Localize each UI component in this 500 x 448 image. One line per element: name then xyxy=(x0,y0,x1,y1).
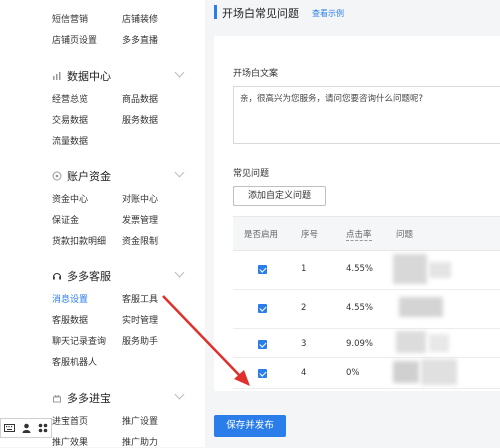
sidebar-item-sms-marketing[interactable]: 短信营销 xyxy=(52,12,88,25)
question-blurred xyxy=(393,361,419,383)
header-question: 问题 xyxy=(396,230,414,240)
section-title: 账户资金 xyxy=(67,170,111,183)
sidebar-item-invoice[interactable]: 发票管理 xyxy=(122,213,158,226)
row-click-rate: 4.55% xyxy=(346,264,374,274)
sidebar-item-fund-limit[interactable]: 资金限制 xyxy=(122,234,158,247)
sidebar-item-shop-page-settings[interactable]: 店铺页设置 xyxy=(52,33,97,46)
sidebar-item-service-data[interactable]: 服务数据 xyxy=(122,113,158,126)
enable-checkbox[interactable] xyxy=(258,369,267,378)
save-and-publish-button[interactable]: 保存并发布 xyxy=(214,415,286,437)
sidebar-item-goods-data[interactable]: 商品数据 xyxy=(122,92,158,105)
row-click-rate: 9.09% xyxy=(346,339,374,349)
faq-label: 常见问题 xyxy=(233,169,270,179)
table-row: 2 4.55% xyxy=(233,289,500,329)
page-title: 开场白常见问题 xyxy=(222,7,299,20)
question-blurred xyxy=(429,262,451,278)
question-blurred xyxy=(393,254,427,284)
sidebar-item-promo-home[interactable]: 进宝首页 xyxy=(52,414,88,427)
sidebar-item-message-settings[interactable]: 消息设置 xyxy=(52,292,88,305)
title-accent-bar xyxy=(214,5,217,19)
bar-chart-icon xyxy=(53,72,61,80)
sidebar-item-service-assistant[interactable]: 服务助手 xyxy=(122,334,158,347)
sidebar-item-shop-decor[interactable]: 店铺装修 xyxy=(122,12,158,25)
sidebar-item-promo-boost[interactable]: 推广助力 xyxy=(122,435,158,448)
section-promotion[interactable]: 多多进宝 xyxy=(52,390,111,406)
view-example-link[interactable]: 查看示例 xyxy=(312,8,344,19)
input-toolbar xyxy=(0,418,52,438)
enable-checkbox[interactable] xyxy=(258,304,267,313)
sidebar-item-live[interactable]: 多多直播 xyxy=(122,33,158,46)
coin-icon xyxy=(52,171,62,181)
sidebar-item-deposit[interactable]: 保证金 xyxy=(52,213,79,226)
question-blurred xyxy=(429,334,449,352)
keyboard-icon[interactable] xyxy=(4,424,16,432)
sidebar-item-fund-center[interactable]: 资金中心 xyxy=(52,192,88,205)
gift-icon xyxy=(53,395,61,403)
sidebar-item-traffic-data[interactable]: 流量数据 xyxy=(52,134,88,147)
row-index: 2 xyxy=(301,303,307,313)
table-row: 1 4.55% xyxy=(233,250,500,290)
sidebar-item-reconcile[interactable]: 对账中心 xyxy=(122,192,158,205)
question-blurred xyxy=(396,331,426,353)
row-index: 4 xyxy=(301,368,307,378)
section-title: 数据中心 xyxy=(67,70,111,83)
section-customer-service[interactable]: 多多客服 xyxy=(52,268,111,284)
sidebar-item-cs-data[interactable]: 客服数据 xyxy=(52,313,88,326)
sidebar-item-promo-effect[interactable]: 推广效果 xyxy=(52,435,88,448)
section-account-funds[interactable]: 账户资金 xyxy=(52,168,111,184)
section-title: 多多客服 xyxy=(67,270,111,283)
sidebar-item-chat-history[interactable]: 聊天记录查询 xyxy=(52,334,106,347)
opening-label: 开场白文案 xyxy=(233,69,279,79)
opening-text-area[interactable]: 亲，很高兴为您服务，请问您要咨询什么问题呢? xyxy=(233,86,500,144)
section-data-center[interactable]: 数据中心 xyxy=(52,68,111,84)
add-custom-question-button[interactable]: 添加自定义问题 xyxy=(233,186,326,206)
headset-icon xyxy=(53,273,61,280)
chevron-down-icon[interactable] xyxy=(174,267,185,278)
row-click-rate: 4.55% xyxy=(346,303,374,313)
table-row: 4 0% xyxy=(233,357,500,389)
header-click-rate: 点击率 xyxy=(346,230,372,241)
row-index: 1 xyxy=(301,264,307,274)
sidebar: 短信营销 店铺装修 店铺页设置 多多直播 数据中心 经营总览 商品数据 交易数据… xyxy=(0,0,205,448)
chevron-down-icon[interactable] xyxy=(174,67,185,78)
sidebar-item-realtime[interactable]: 实时管理 xyxy=(122,313,158,326)
question-blurred xyxy=(399,297,443,317)
settings-icon[interactable] xyxy=(38,423,48,433)
header-index: 序号 xyxy=(301,230,319,240)
sidebar-item-promo-settings[interactable]: 推广设置 xyxy=(122,414,158,427)
chevron-down-icon[interactable] xyxy=(174,389,185,400)
header-enabled: 是否启用 xyxy=(244,230,279,240)
sidebar-item-cs-tools[interactable]: 客服工具 xyxy=(122,292,158,305)
section-title: 多多进宝 xyxy=(67,392,111,405)
sidebar-item-deduction-detail[interactable]: 货款扣款明细 xyxy=(52,234,106,247)
row-click-rate: 0% xyxy=(346,368,360,378)
enable-checkbox[interactable] xyxy=(258,265,267,274)
table-header: 是否启用 序号 点击率 问题 xyxy=(233,216,500,251)
question-blurred xyxy=(421,359,457,385)
chevron-down-icon[interactable] xyxy=(174,167,185,178)
user-icon[interactable] xyxy=(22,423,31,433)
enable-checkbox[interactable] xyxy=(258,340,267,349)
sidebar-item-overview[interactable]: 经营总览 xyxy=(52,92,88,105)
sidebar-item-trade-data[interactable]: 交易数据 xyxy=(52,113,88,126)
row-index: 3 xyxy=(301,339,307,349)
faq-table: 是否启用 序号 点击率 问题 1 4.55% 2 4.55% 3 9.09% 4… xyxy=(233,216,500,389)
table-row: 3 9.09% xyxy=(233,328,500,358)
sidebar-item-cs-robot[interactable]: 客服机器人 xyxy=(52,355,97,368)
